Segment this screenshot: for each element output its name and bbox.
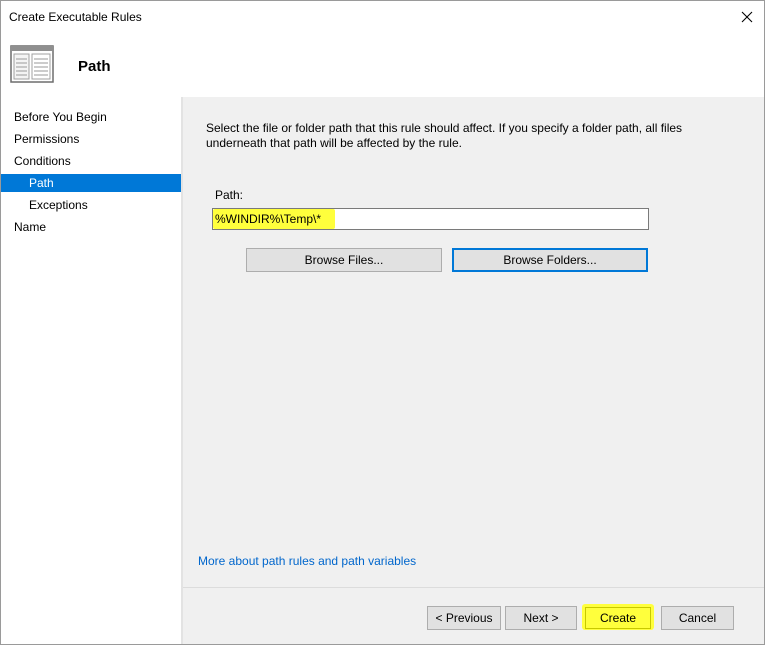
nav-item-exceptions[interactable]: Exceptions bbox=[1, 196, 181, 214]
browse-folders-button[interactable]: Browse Folders... bbox=[452, 248, 648, 272]
nav-item-permissions[interactable]: Permissions bbox=[1, 130, 181, 148]
create-button[interactable]: Create bbox=[585, 607, 651, 629]
wizard-steps-nav: Before You Begin Permissions Conditions … bbox=[1, 97, 181, 644]
title-bar: Create Executable Rules bbox=[1, 1, 764, 33]
nav-item-before-you-begin[interactable]: Before You Begin bbox=[1, 108, 181, 126]
cancel-button[interactable]: Cancel bbox=[661, 606, 734, 630]
description-text: Select the file or folder path that this… bbox=[206, 121, 683, 150]
dialog-window: Create Executable Rules Path Before You … bbox=[0, 0, 765, 645]
browse-files-button[interactable]: Browse Files... bbox=[246, 248, 442, 272]
page-title: Path bbox=[78, 58, 111, 75]
path-label: Path: bbox=[215, 188, 244, 202]
close-icon bbox=[741, 11, 753, 23]
next-button[interactable]: Next > bbox=[505, 606, 577, 630]
previous-button[interactable]: < Previous bbox=[427, 606, 501, 630]
nav-item-name[interactable]: Name bbox=[1, 218, 181, 236]
document-window-icon bbox=[10, 45, 54, 83]
path-input[interactable] bbox=[212, 208, 649, 230]
close-button[interactable] bbox=[734, 5, 760, 29]
main-panel: Select the file or folder path that this… bbox=[183, 97, 764, 587]
window-title: Create Executable Rules bbox=[9, 10, 142, 24]
nav-item-path[interactable]: Path bbox=[1, 174, 181, 192]
nav-item-conditions[interactable]: Conditions bbox=[1, 152, 181, 170]
wizard-footer: < Previous Next > Create Cancel bbox=[183, 587, 764, 644]
more-about-path-rules-link[interactable]: More about path rules and path variables bbox=[198, 554, 416, 568]
wizard-header: Path bbox=[1, 33, 764, 97]
